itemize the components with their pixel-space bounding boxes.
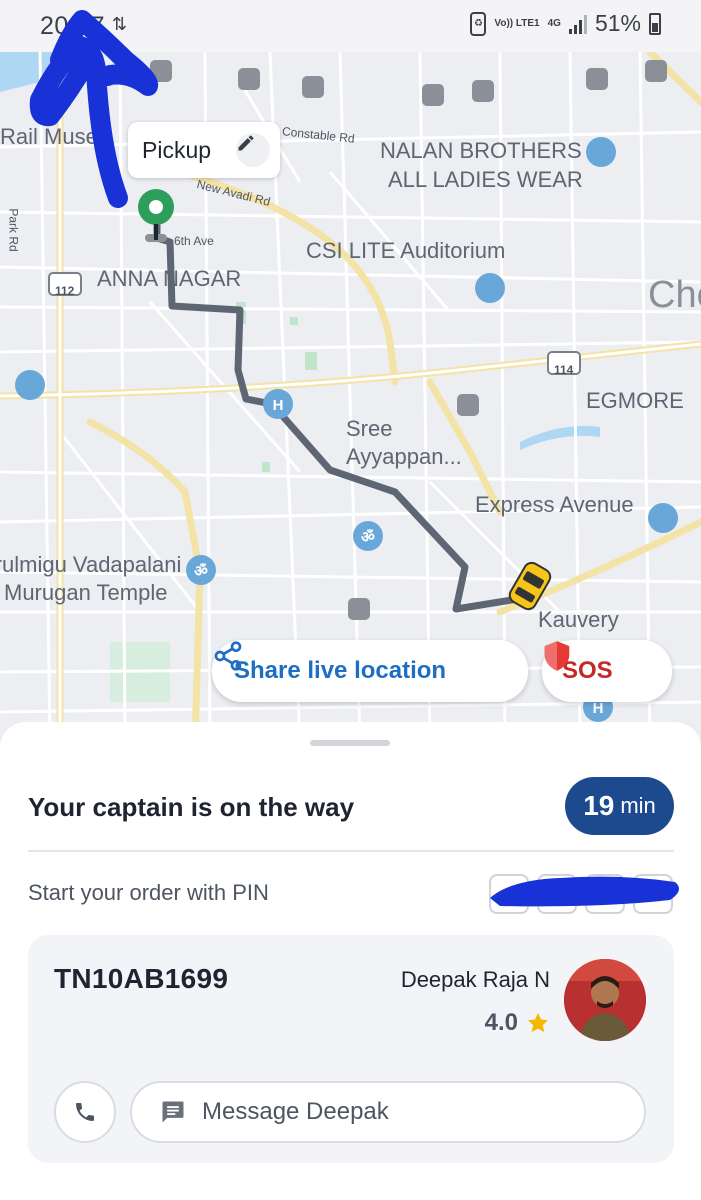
captain-avatar[interactable] [564, 959, 646, 1041]
svg-text:ॐ: ॐ [194, 563, 208, 580]
sheet-drag-handle[interactable] [310, 740, 390, 746]
divider [28, 850, 674, 852]
map-label-csi-lite: CSI LITE Auditorium [306, 238, 506, 263]
data-transfer-icon: ⇅ [112, 14, 128, 34]
edit-pickup-button[interactable] [236, 133, 270, 167]
eta-unit: min [620, 793, 656, 818]
network-type: 4G [547, 18, 561, 29]
pencil-icon [238, 135, 254, 151]
eta-value: 19 [583, 790, 615, 821]
call-button[interactable] [54, 1081, 116, 1143]
map-view[interactable]: HH ॐॐ Rail Muse Constable Rd New Avadi R… [0, 52, 701, 742]
trip-status: Your captain is on the way [28, 792, 355, 822]
pickup-label: Pickup [142, 136, 212, 163]
status-indicators: ♻ Vo)) LTE1 4G 51% [470, 10, 661, 37]
phone-icon [76, 1103, 94, 1121]
map-label-vadapalani: Arulmigu Vadapalani [0, 552, 182, 577]
map-label-egmore: EGMORE [586, 388, 684, 413]
pin-digit [537, 874, 577, 914]
pin-digit [489, 874, 529, 914]
signal-icon [568, 14, 587, 34]
sos-button[interactable]: SOS [542, 640, 672, 702]
captain-rating: 4.0 [485, 1009, 550, 1037]
map-label-park-rd: Park Rd [6, 208, 21, 252]
map-label-rail-museum: Rail Muse [0, 124, 98, 149]
star-icon [528, 1013, 548, 1033]
map-label-ayyappan: Ayyappan... [346, 444, 462, 469]
pin-label: Start your order with PIN [28, 880, 269, 905]
battery-percent: 51% [594, 10, 641, 36]
share-icon [214, 641, 242, 671]
map-label-nalan-brothers: NALAN BROTHERS [380, 138, 582, 163]
vehicle-plate: TN10AB1699 [54, 963, 229, 994]
svg-text:H: H [273, 397, 284, 414]
share-live-location-button[interactable]: Share live location [212, 640, 528, 702]
map-label-all-ladies-wear: ALL LADIES WEAR [388, 167, 583, 192]
pickup-chip[interactable]: Pickup [128, 122, 280, 178]
pin-digit [633, 874, 673, 914]
map-label-murugan-temple: Murugan Temple [4, 580, 168, 605]
pickup-pin-icon[interactable] [138, 189, 174, 242]
shield-icon [544, 641, 570, 671]
battery-icon [649, 12, 661, 35]
message-captain-input[interactable]: Message Deepak [130, 1081, 646, 1143]
message-placeholder: Message Deepak [202, 1098, 389, 1125]
captain-card: TN10AB1699 Deepak Raja N 4.0 Message Dee… [28, 935, 674, 1163]
svg-text:H: H [593, 700, 604, 717]
map-label-6th-ave: 6th Ave [174, 234, 214, 248]
map-label-chennai: Che [648, 274, 701, 316]
recycle-icon: ♻ [470, 11, 487, 36]
map-label-sree: Sree [346, 416, 393, 441]
share-live-location-label: Share live location [234, 657, 447, 684]
chat-icon [162, 1101, 184, 1123]
rating-value: 4.0 [484, 1009, 518, 1036]
route-114-shield: 114 [554, 363, 574, 377]
map-label-anna-nagar: ANNA NAGAR [97, 266, 242, 291]
captain-name: Deepak Raja N [400, 967, 550, 992]
map-label-express-avenue: Express Avenue [475, 492, 634, 517]
ride-details-sheet[interactable]: Your captain is on the way 19 min Start … [0, 722, 701, 1200]
volte-indicator: Vo)) LTE1 [494, 18, 540, 29]
pin-digit [585, 874, 625, 914]
status-time: 20:07 [40, 12, 106, 40]
map-label-kauvery: Kauvery [538, 607, 619, 632]
svg-text:ॐ: ॐ [361, 529, 375, 546]
eta-badge: 19 min [565, 777, 674, 835]
status-bar: 20:07 ⇅ ♻ Vo)) LTE1 4G 51% [0, 0, 701, 52]
route-112-shield: 112 [55, 284, 75, 298]
